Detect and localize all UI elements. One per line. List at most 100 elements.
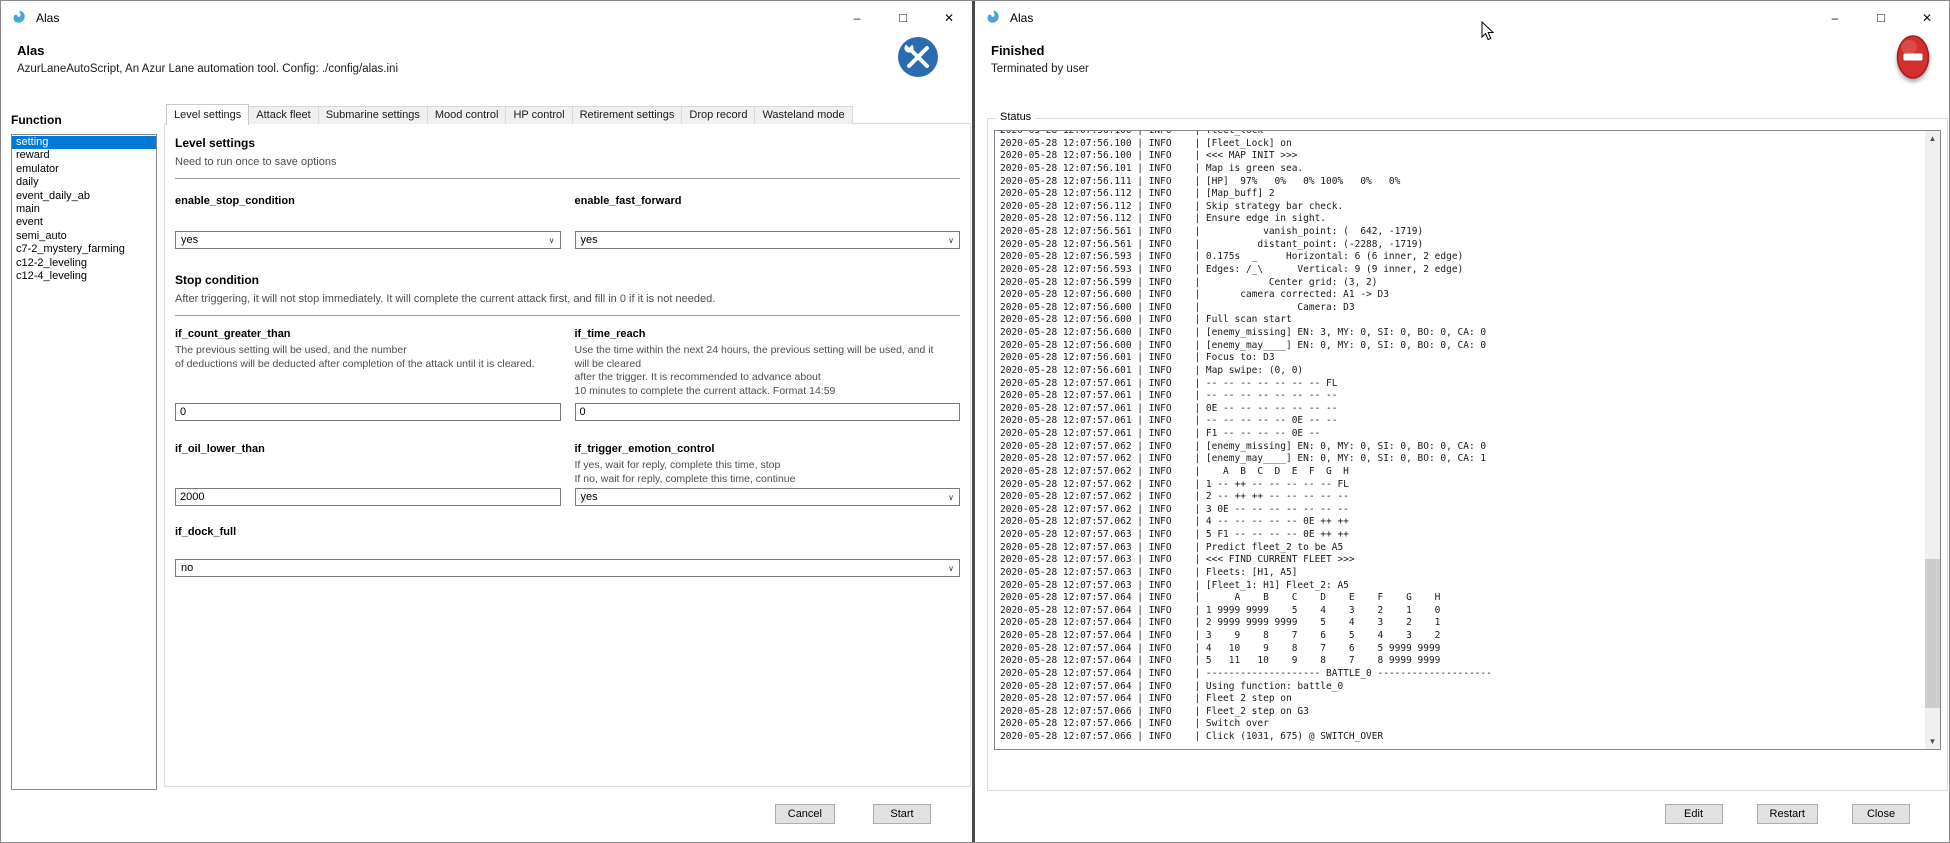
status-window: Alas – □ ✕ Finished Terminated by user S… xyxy=(975,1,1950,842)
function-item-c12-4_leveling[interactable]: c12-4_leveling xyxy=(12,270,156,283)
help-line: Use the time within the next 24 hours, t… xyxy=(575,344,961,358)
field-label: if_dock_full xyxy=(175,526,960,538)
tab-attack-fleet[interactable]: Attack fleet xyxy=(248,106,318,124)
left-window-title: Alas xyxy=(36,11,59,25)
select-value: yes xyxy=(181,234,198,246)
field-label: if_oil_lower_than xyxy=(175,443,561,455)
help-line: The previous setting will be used, and t… xyxy=(175,344,561,358)
form-row-count-time: if_count_greater_than The previous setti… xyxy=(175,328,960,421)
right-button-row: Edit Restart Close xyxy=(1665,804,1910,824)
separator xyxy=(175,178,960,179)
scroll-down-icon[interactable]: ▼ xyxy=(1925,734,1940,749)
settings-tab-area: Level settingsAttack fleetSubmarine sett… xyxy=(164,104,971,787)
if_time_reach-input[interactable] xyxy=(575,403,961,421)
maximize-button[interactable]: □ xyxy=(880,1,926,34)
function-item-c7-2_mystery_farming[interactable]: c7-2_mystery_farming xyxy=(12,243,156,256)
config-window: Alas – □ ✕ Alas AzurLaneAutoScript, An A… xyxy=(1,1,975,842)
enable_stop_condition-select[interactable]: yes ∨ xyxy=(175,231,561,249)
field-label: enable_stop_condition xyxy=(175,195,561,207)
alas-app-icon xyxy=(985,9,1002,26)
close-dialog-button[interactable]: Close xyxy=(1852,804,1910,824)
if_trigger_emotion_control-select[interactable]: yes ∨ xyxy=(575,488,961,506)
function-list: settingrewardemulatordailyevent_daily_ab… xyxy=(11,134,157,790)
left-header-title: Alas xyxy=(17,43,44,58)
field-help: The previous setting will be used, and t… xyxy=(175,344,561,371)
edit-button[interactable]: Edit xyxy=(1665,804,1723,824)
cancel-button[interactable]: Cancel xyxy=(775,804,835,824)
field-enable_fast_forward: enable_fast_forward yes ∨ xyxy=(575,195,961,249)
section-help-stop-condition: After triggering, it will not stop immed… xyxy=(175,293,960,305)
function-item-emulator[interactable]: emulator xyxy=(12,163,156,176)
function-sidebar: Function settingrewardemulatordailyevent… xyxy=(11,113,157,790)
log-output: 2020-05-28 12:07:56.100 | INFO | fleet_l… xyxy=(1000,130,1923,744)
restart-button[interactable]: Restart xyxy=(1757,804,1818,824)
minimize-button[interactable]: – xyxy=(834,1,880,34)
right-titlebar[interactable]: Alas – □ ✕ xyxy=(975,1,1950,34)
field-help: If yes, wait for reply, complete this ti… xyxy=(575,459,961,486)
section-help-level-settings: Need to run once to save options xyxy=(175,156,960,168)
close-button[interactable]: ✕ xyxy=(1904,1,1950,34)
minimize-button[interactable]: – xyxy=(1812,1,1858,34)
select-value: yes xyxy=(581,234,598,246)
tab-bar: Level settingsAttack fleetSubmarine sett… xyxy=(164,104,971,124)
left-header: Alas AzurLaneAutoScript, An Azur Lane au… xyxy=(1,34,972,106)
separator xyxy=(175,315,960,316)
function-item-event_daily_ab[interactable]: event_daily_ab xyxy=(12,190,156,203)
level-settings-panel: Level settings Need to run once to save … xyxy=(164,123,971,787)
field-if_oil_lower_than: if_oil_lower_than xyxy=(175,443,561,506)
section-title-stop-condition: Stop condition xyxy=(175,273,960,288)
tab-wasteland-mode[interactable]: Wasteland mode xyxy=(754,106,852,124)
if_dock_full-select[interactable]: no ∨ xyxy=(175,559,960,577)
tab-retirement-settings[interactable]: Retirement settings xyxy=(572,106,683,124)
field-label: if_time_reach xyxy=(575,328,961,340)
chevron-down-icon: ∨ xyxy=(948,493,954,502)
field-label: enable_fast_forward xyxy=(575,195,961,207)
left-titlebar[interactable]: Alas – □ ✕ xyxy=(1,1,972,34)
select-value: yes xyxy=(581,491,598,503)
scrollbar-thumb[interactable] xyxy=(1925,559,1940,708)
tab-submarine-settings[interactable]: Submarine settings xyxy=(318,106,428,124)
form-row-enable: enable_stop_condition yes ∨ enable_fast_… xyxy=(175,195,960,249)
form-row-oil-emotion: if_oil_lower_than if_trigger_emotion_con… xyxy=(175,443,960,506)
help-line: of deductions will be deducted after com… xyxy=(175,358,561,372)
section-title-level-settings: Level settings xyxy=(175,136,960,151)
help-line: will be cleared xyxy=(575,358,961,372)
help-line: 10 minutes to complete the current attac… xyxy=(575,385,961,399)
close-button[interactable]: ✕ xyxy=(926,1,972,34)
right-header: Finished Terminated by user xyxy=(975,34,1950,106)
tab-hp-control[interactable]: HP control xyxy=(505,106,572,124)
scroll-up-icon[interactable]: ▲ xyxy=(1925,131,1940,146)
enable_fast_forward-select[interactable]: yes ∨ xyxy=(575,231,961,249)
mouse-cursor xyxy=(1481,21,1494,41)
function-item-main[interactable]: main xyxy=(12,203,156,216)
right-window-title: Alas xyxy=(1010,11,1033,25)
tab-mood-control[interactable]: Mood control xyxy=(427,106,507,124)
left-button-row: Cancel Start xyxy=(775,804,931,824)
function-item-daily[interactable]: daily xyxy=(12,176,156,189)
tab-drop-record[interactable]: Drop record xyxy=(681,106,755,124)
maximize-button[interactable]: □ xyxy=(1858,1,1904,34)
function-item-event[interactable]: event xyxy=(12,216,156,229)
start-button[interactable]: Start xyxy=(873,804,931,824)
select-value: no xyxy=(181,562,193,574)
function-item-setting[interactable]: setting xyxy=(12,136,156,149)
alas-app-icon xyxy=(11,9,28,26)
field-if_dock_full: if_dock_full no ∨ xyxy=(175,526,960,577)
function-item-semi_auto[interactable]: semi_auto xyxy=(12,230,156,243)
function-item-reward[interactable]: reward xyxy=(12,149,156,162)
status-group: Status 2020-05-28 12:07:56.100 | INFO | … xyxy=(987,118,1948,791)
tab-level-settings[interactable]: Level settings xyxy=(166,104,249,125)
function-item-c12-2_leveling[interactable]: c12-2_leveling xyxy=(12,257,156,270)
chevron-down-icon: ∨ xyxy=(948,236,954,245)
left-header-subtitle: AzurLaneAutoScript, An Azur Lane automat… xyxy=(17,63,398,75)
left-window-controls: – □ ✕ xyxy=(834,1,972,34)
if_oil_lower_than-input[interactable] xyxy=(175,488,561,506)
log-viewer: 2020-05-28 12:07:56.100 | INFO | fleet_l… xyxy=(994,130,1941,750)
log-scrollbar[interactable]: ▲ ▼ xyxy=(1925,131,1940,749)
if_count_greater_than-input[interactable] xyxy=(175,403,561,421)
function-label: Function xyxy=(11,113,157,128)
right-window-controls: – □ ✕ xyxy=(1812,1,1950,34)
field-if_count_greater_than: if_count_greater_than The previous setti… xyxy=(175,328,561,421)
tools-icon xyxy=(897,36,939,78)
finished-title: Finished xyxy=(991,43,1044,58)
